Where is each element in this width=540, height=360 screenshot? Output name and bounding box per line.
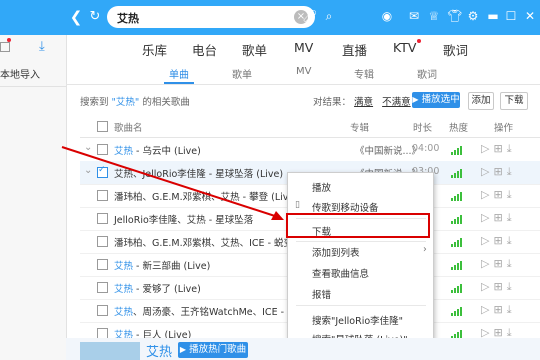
menu-item-add-to-list[interactable]: 添加到列表 ›	[288, 241, 433, 261]
artist-strip: 艾热 ▶ 播放热门歌曲	[66, 338, 540, 360]
menu-label: 搜索"JelloRio李佳隆"	[312, 316, 404, 327]
menu-label: 传歌到移动设备	[312, 203, 379, 214]
menu-separator	[296, 305, 426, 306]
arrow-line	[61, 146, 279, 218]
menu-item-song-info[interactable]: 查看歌曲信息	[288, 262, 433, 282]
menu-label: 报错	[312, 290, 332, 301]
play-icon: ▶	[179, 345, 187, 354]
context-menu: 播放 ▯ 传歌到移动设备 下载 添加到列表 › 查看歌曲信息 报错 搜索"Jel…	[287, 172, 434, 349]
menu-item-report-error[interactable]: 报错	[288, 283, 433, 303]
menu-item-play[interactable]: 播放	[288, 176, 433, 196]
menu-label: 添加到列表	[312, 248, 360, 259]
submenu-arrow-icon: ›	[423, 244, 427, 255]
menu-label: 查看歌曲信息	[312, 269, 370, 280]
menu-label: 播放	[312, 183, 332, 194]
artist-name[interactable]: 艾热	[146, 341, 172, 360]
menu-item-search-artist[interactable]: 搜索"JelloRio李佳隆"	[288, 309, 433, 329]
play-hot-label: 播放热门歌曲	[189, 344, 247, 355]
mobile-device-icon: ▯	[295, 200, 300, 210]
annotation-arrow	[61, 146, 284, 220]
artist-photo	[80, 342, 140, 360]
play-hot-songs-button[interactable]: ▶ 播放热门歌曲	[178, 342, 248, 358]
annotation-highlight-box	[286, 213, 430, 238]
